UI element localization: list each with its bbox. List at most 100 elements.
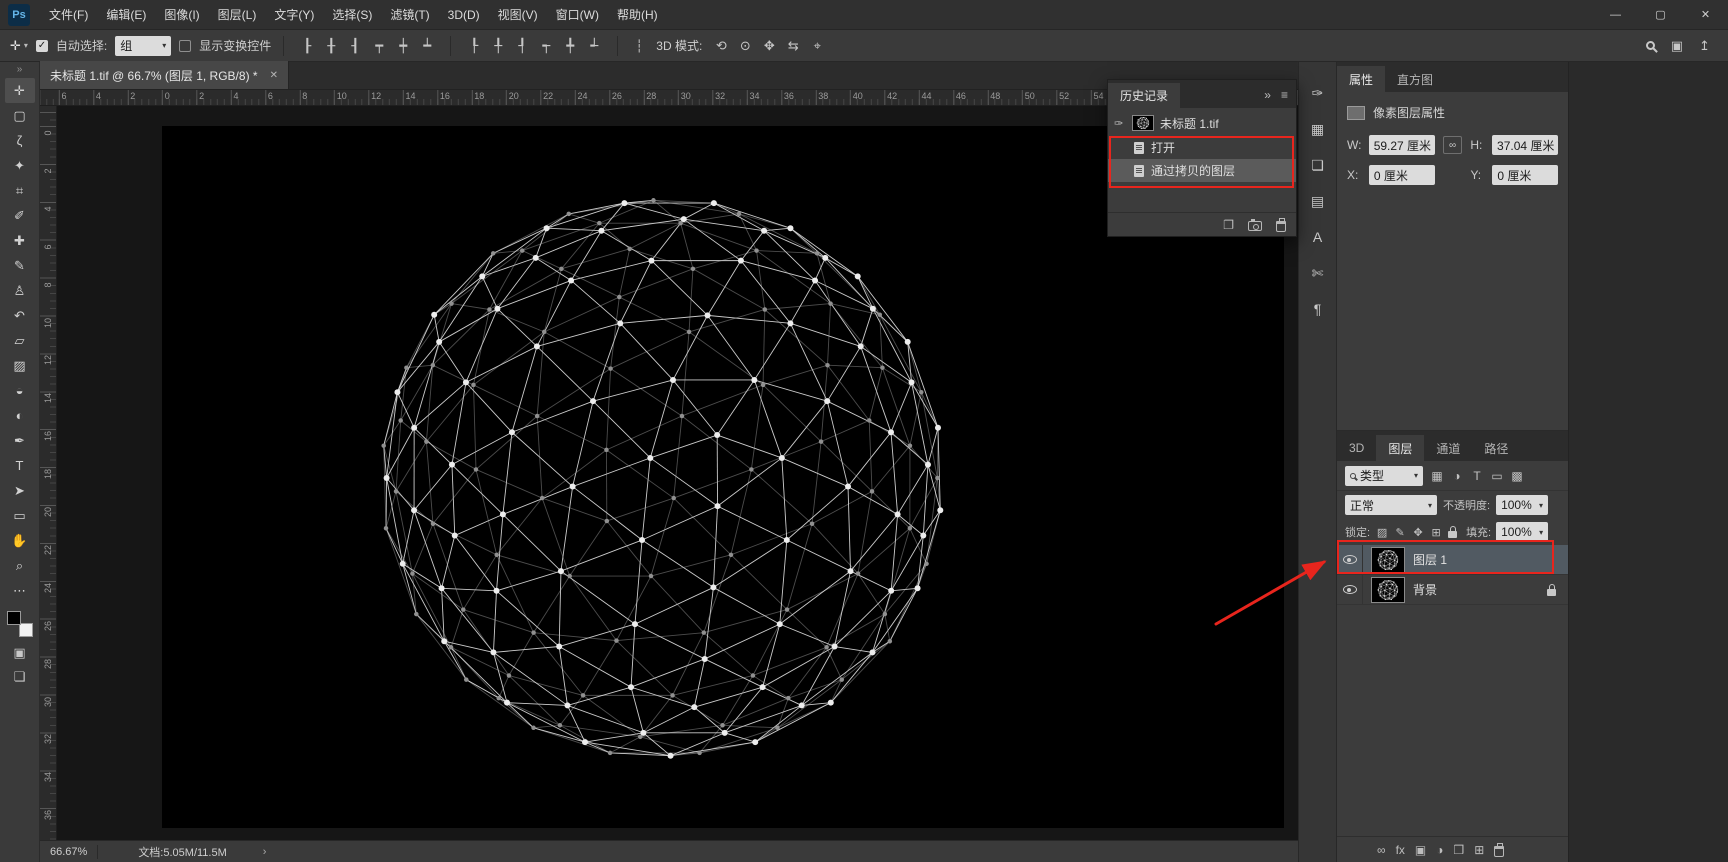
lock-pixels-icon[interactable]: ✎ [1393, 526, 1407, 539]
distribute-vertical-center-icon[interactable]: ╀ [487, 35, 509, 57]
toolbar-collapse-icon[interactable]: » [17, 64, 23, 78]
width-field[interactable]: 59.27 厘米 [1368, 135, 1435, 155]
menu-item-6[interactable]: 滤镜(T) [381, 0, 438, 30]
status-chevron-icon[interactable]: › [263, 846, 267, 858]
workspace-icon[interactable]: ▣ [1671, 38, 1683, 54]
filter-type-layers-icon[interactable]: T [1467, 466, 1487, 486]
y-field[interactable]: 0 厘米 [1492, 165, 1559, 185]
glyphs-panel-icon[interactable]: ✄ [1303, 258, 1333, 288]
close-tab-icon[interactable]: ✕ [270, 70, 278, 81]
distribute-left-icon[interactable]: ┭ [535, 35, 557, 57]
share-icon[interactable]: ↥ [1699, 38, 1710, 54]
3d-zoom-icon[interactable]: ⌖ [806, 35, 828, 57]
dodge-tool[interactable]: ◐ [5, 403, 35, 428]
eraser-tool[interactable]: ▱ [5, 328, 35, 353]
show-transform-checkbox[interactable] [179, 39, 192, 52]
new-document-from-state-icon[interactable]: ❐ [1223, 218, 1234, 232]
layer-row-background[interactable]: 背景 [1337, 575, 1568, 605]
history-brush-source-icon[interactable]: ✑ [1114, 117, 1126, 130]
adjustments-panel-icon[interactable]: ▤ [1303, 186, 1333, 216]
tab-channels[interactable]: 通道 [1424, 435, 1472, 461]
menu-item-4[interactable]: 文字(Y) [265, 0, 323, 30]
align-top-icon[interactable]: ┯ [368, 35, 390, 57]
align-center-horizontal-icon[interactable]: ╂ [320, 35, 342, 57]
menu-item-1[interactable]: 编辑(E) [97, 0, 155, 30]
close-button[interactable]: ✕ [1683, 0, 1728, 30]
lock-position-icon[interactable]: ✥ [1411, 526, 1425, 539]
minimize-button[interactable]: — [1593, 0, 1638, 30]
swatches-panel-icon[interactable]: ▦ [1303, 114, 1333, 144]
menu-item-9[interactable]: 窗口(W) [547, 0, 608, 30]
menu-item-5[interactable]: 选择(S) [323, 0, 381, 30]
3d-pan-icon[interactable]: ✥ [758, 35, 780, 57]
screen-mode-button[interactable]: ❏ [5, 665, 35, 689]
align-right-icon[interactable]: ┨ [344, 35, 366, 57]
clone-stamp-tool[interactable]: ♙ [5, 278, 35, 303]
zoom-level[interactable]: 66.67% [50, 846, 87, 858]
tab-layers[interactable]: 图层 [1376, 435, 1425, 461]
filter-shape-layers-icon[interactable]: ▭ [1487, 466, 1507, 486]
eyedropper-tool[interactable]: ✐ [5, 203, 35, 228]
collapse-panel-icon[interactable]: » [1264, 88, 1271, 102]
layer-effects-icon[interactable]: fx [1396, 843, 1405, 857]
menu-item-0[interactable]: 文件(F) [40, 0, 97, 30]
history-step-layer-via-copy[interactable]: 通过拷贝的图层 [1108, 159, 1296, 182]
new-group-icon[interactable]: ❒ [1454, 843, 1465, 857]
brush-tool[interactable]: ✎ [5, 253, 35, 278]
lasso-tool[interactable]: ζ [5, 128, 35, 153]
distribute-horizontal-center-icon[interactable]: ╇ [559, 35, 581, 57]
maximize-button[interactable]: ▢ [1638, 0, 1683, 30]
x-field[interactable]: 0 厘米 [1368, 165, 1435, 185]
gradient-tool[interactable]: ▨ [5, 353, 35, 378]
foreground-color-swatch[interactable] [6, 611, 21, 625]
new-adjustment-layer-icon[interactable]: ◑ [1436, 843, 1443, 857]
lock-all-icon[interactable] [1448, 526, 1458, 538]
layer-filter-dropdown[interactable]: 类型 ▾ [1345, 465, 1423, 486]
3d-orbit-icon[interactable]: ⟲ [710, 35, 732, 57]
delete-state-icon[interactable] [1276, 218, 1286, 232]
filter-adjustment-layers-icon[interactable]: ◑ [1447, 466, 1467, 486]
character-panel-icon[interactable]: A [1303, 222, 1333, 252]
3d-roll-icon[interactable]: ⊙ [734, 35, 756, 57]
history-step-open[interactable]: 打开 [1108, 136, 1296, 159]
menu-item-7[interactable]: 3D(D) [439, 0, 489, 30]
3d-slide-icon[interactable]: ⇆ [782, 35, 804, 57]
layer-thumbnail[interactable] [1371, 546, 1405, 573]
link-layers-icon[interactable]: ∞ [1377, 843, 1386, 857]
distribute-top-icon[interactable]: ┞ [463, 35, 485, 57]
height-field[interactable]: 37.04 厘米 [1492, 135, 1559, 155]
tab-paths[interactable]: 路径 [1472, 435, 1520, 461]
distribute-bottom-icon[interactable]: ┦ [511, 35, 533, 57]
blend-mode-dropdown[interactable]: 正常 ▾ [1345, 495, 1437, 515]
background-color-swatch[interactable] [18, 623, 33, 637]
tab-history[interactable]: 历史记录 [1108, 83, 1181, 108]
history-snapshot-row[interactable]: ✑ 未标题 1.tif [1108, 110, 1296, 136]
panel-menu-icon[interactable]: ≡ [1281, 88, 1288, 102]
distribute-right-icon[interactable]: ┵ [583, 35, 605, 57]
zoom-tool[interactable]: ⌕ [5, 553, 35, 578]
paragraph-panel-icon[interactable]: ¶ [1303, 294, 1333, 324]
blur-tool[interactable]: ◒ [5, 378, 35, 403]
move-tool[interactable]: ✛ [4, 78, 35, 103]
auto-select-checkbox[interactable]: ✓ [35, 39, 48, 52]
marquee-tool[interactable]: ▢ [5, 103, 35, 128]
edit-toolbar-button[interactable]: ⋯ [5, 578, 35, 603]
menu-item-8[interactable]: 视图(V) [489, 0, 547, 30]
brush-settings-panel-icon[interactable]: ✑ [1303, 78, 1333, 108]
align-middle-vertical-icon[interactable]: ┿ [392, 35, 414, 57]
tab-histogram[interactable]: 直方图 [1385, 66, 1445, 92]
hand-tool[interactable]: ✋ [5, 528, 35, 553]
menu-item-10[interactable]: 帮助(H) [608, 0, 667, 30]
path-selection-tool[interactable]: ➤ [5, 478, 35, 503]
align-bottom-icon[interactable]: ┷ [416, 35, 438, 57]
new-snapshot-icon[interactable] [1248, 219, 1262, 231]
menu-item-3[interactable]: 图层(L) [209, 0, 266, 30]
distribute-spacing-icon[interactable]: ┆ [630, 39, 648, 53]
opacity-field[interactable]: 100% ▾ [1496, 495, 1549, 515]
filter-smart-objects-icon[interactable]: ▩ [1507, 466, 1527, 486]
shape-tool[interactable]: ▭ [5, 503, 35, 528]
quick-selection-tool[interactable]: ✦ [5, 153, 35, 178]
active-tool-badge[interactable]: ✛ ▾ [10, 38, 28, 54]
tab-properties[interactable]: 属性 [1337, 66, 1386, 92]
delete-layer-icon[interactable] [1494, 843, 1505, 857]
